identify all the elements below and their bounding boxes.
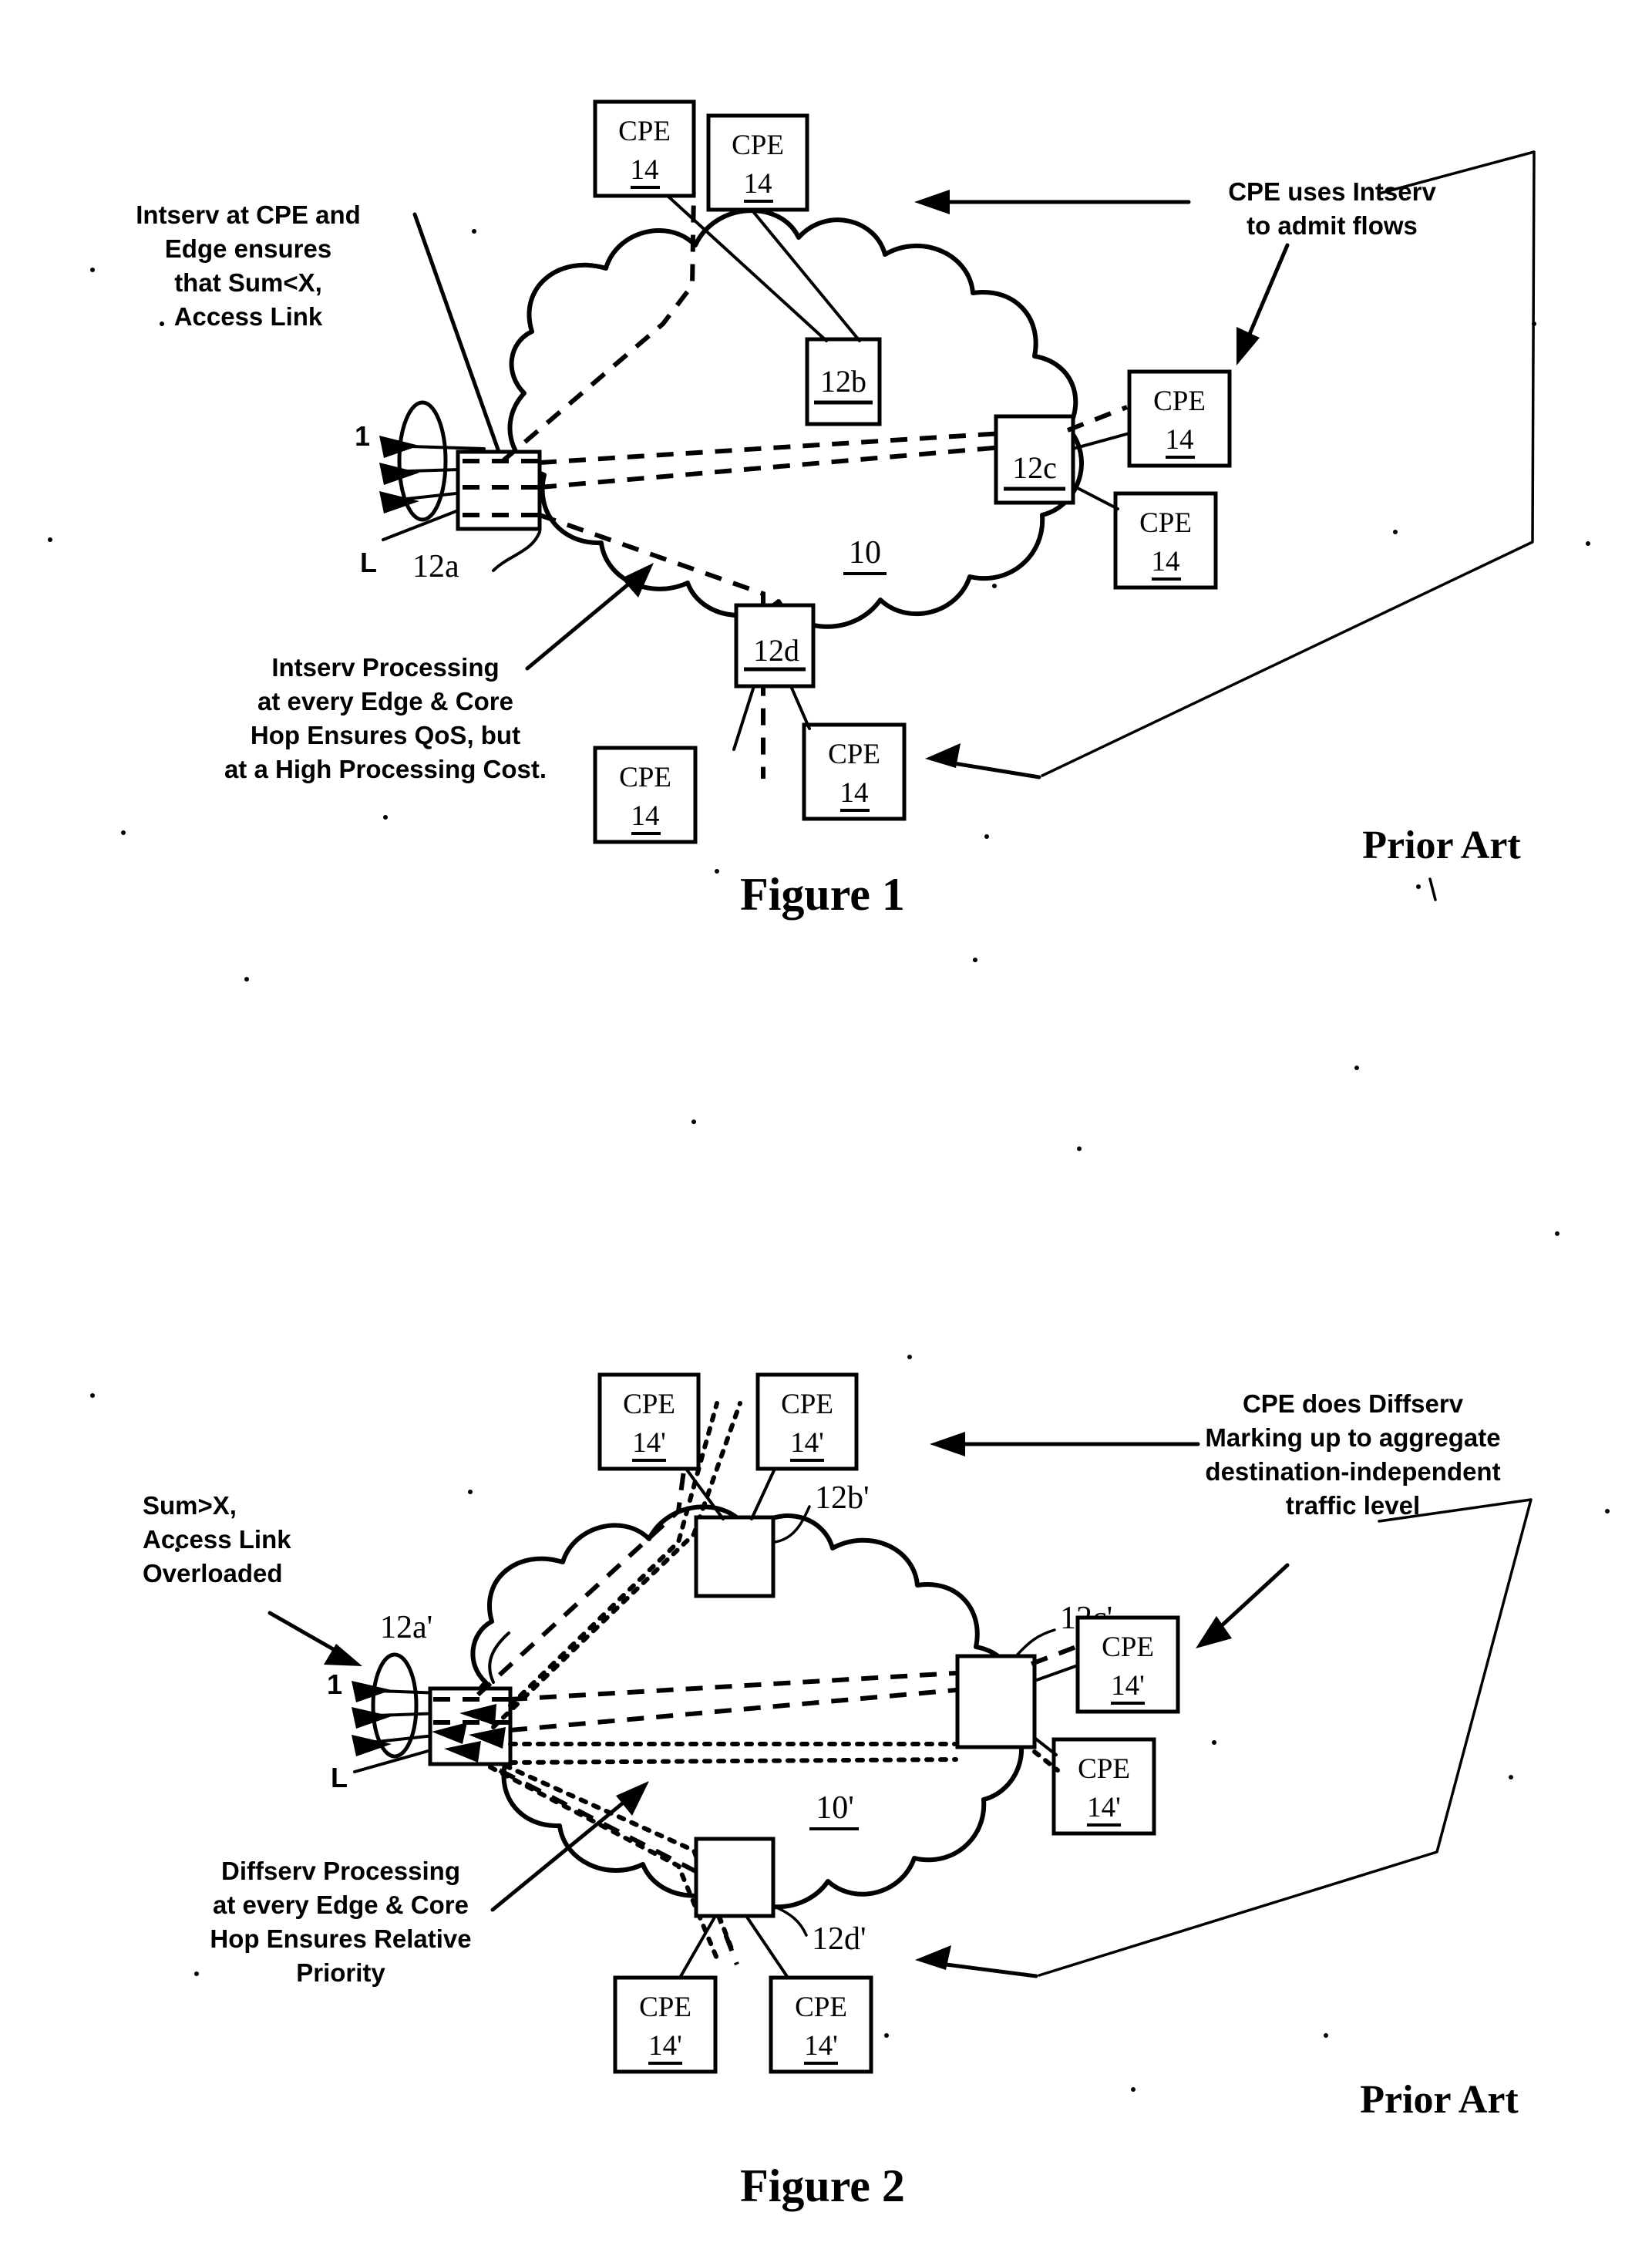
node-12a-label: 12a (412, 549, 459, 584)
annot-line: CPE does Diffserv (1243, 1389, 1464, 1418)
arrow-to-cpe-12d-fig1 (925, 743, 1041, 779)
cpe-box-1-title: CPE (618, 116, 671, 147)
figure-1-group: 12b 12c 12d 10 CPE 14 CPE 14 CPE 14 CPE … (136, 99, 1536, 920)
cpe-box-3-ref: 14 (1166, 424, 1194, 456)
link-12c-cpe3 (1072, 432, 1131, 450)
annot-line: destination-independent (1205, 1457, 1500, 1486)
cpe-box-5-ref: 14 (631, 800, 660, 832)
cpe-box-p2-title: CPE (781, 1389, 833, 1420)
annotation-cpe-uses-intserv: CPE uses Intserv to admit flows (1228, 177, 1436, 240)
link-12d-prime-cpep6 (745, 1914, 789, 1979)
arrow-to-cpe-12d-fig2 (915, 1945, 1038, 1978)
annot-line: Priority (296, 1958, 385, 1987)
cpe-box-6-title: CPE (828, 739, 880, 770)
figure-1-caption: Figure 1 (740, 869, 905, 920)
arrow-to-cpe-12c-fig2 (1196, 1563, 1290, 1648)
access-link-label-bottom-fig2: L (331, 1762, 348, 1793)
node-12d-prime-box (694, 1837, 776, 1918)
access-link-label-bottom-fig1: L (360, 547, 377, 578)
annotation-intserv-cpe-edge: Intserv at CPE and Edge ensures that Sum… (136, 200, 361, 331)
cpe-box-p4-ref: 14' (1087, 1792, 1121, 1823)
annot-line: Diffserv Processing (221, 1857, 460, 1885)
node-12c-prime-box (955, 1654, 1037, 1749)
cpe-box-3-title: CPE (1153, 386, 1206, 417)
leader-intserv-cpe-edge-fig1 (412, 212, 505, 465)
annot-line: traffic level (1286, 1491, 1420, 1520)
annot-line: CPE uses Intserv (1228, 177, 1436, 206)
access-link-label-top-fig2: 1 (327, 1668, 342, 1700)
annot-line: at every Edge & Core (213, 1891, 469, 1919)
cpe-box-2-title: CPE (732, 130, 784, 161)
annot-line: at a High Processing Cost. (224, 755, 547, 783)
drawing-canvas: 12b 12c 12d 10 CPE 14 CPE 14 CPE 14 CPE … (48, 99, 1610, 2211)
figure-2-caption: Figure 2 (740, 2160, 905, 2211)
annot-line: Access Link (143, 1525, 291, 1554)
annotation-intserv-processing: Intserv Processing at every Edge & Core … (224, 653, 547, 783)
node-12d-label: 12d (753, 633, 799, 668)
node-12b-prime-label: 12b' (815, 1480, 870, 1516)
link-12c-cpe4 (1072, 484, 1119, 510)
annot-line: Edge ensures (165, 234, 331, 263)
annot-line: Intserv at CPE and (136, 200, 361, 229)
leader-12c-prime (1014, 1628, 1056, 1658)
access-link-label-top-fig1: 1 (355, 420, 370, 452)
node-12a-prime-label: 12a' (380, 1610, 432, 1645)
cloud-tie-12a (492, 530, 541, 572)
arrow-to-top-cpe-fig1 (914, 190, 1191, 214)
cpe-box-p2-ref: 14' (790, 1427, 824, 1459)
link-12d-cpe6 (789, 685, 811, 730)
cpe-box-1-ref: 14 (631, 154, 659, 186)
arrow-sum-overloaded-fig2 (267, 1611, 362, 1666)
link-12c-prime-cpep3 (1033, 1664, 1079, 1682)
link-cpep2-12b-prime (750, 1467, 776, 1520)
annotation-diffserv-processing: Diffserv Processing at every Edge & Core… (210, 1857, 471, 1987)
cloud-label-10-prime: 10' (816, 1790, 854, 1826)
link-12d-cpe5 (732, 685, 755, 751)
cpe-box-p3-title: CPE (1102, 1631, 1154, 1663)
figure-1-prior-art-label: Prior Art (1362, 823, 1521, 867)
cpe-box-p4-title: CPE (1078, 1753, 1130, 1785)
arrow-to-top-cpe-fig2 (930, 1432, 1200, 1456)
cpe-box-2-ref: 14 (744, 168, 772, 200)
annot-line: Hop Ensures Relative (210, 1924, 471, 1953)
node-12b-prime-box (694, 1515, 776, 1598)
leader-12d-prime (772, 1904, 808, 1937)
patent-drawing-page: 12b 12c 12d 10 CPE 14 CPE 14 CPE 14 CPE … (0, 0, 1652, 2266)
annot-line: Overloaded (143, 1559, 283, 1588)
arrow-to-cpe-12c-fig1 (1236, 243, 1290, 365)
cpe-box-p1-title: CPE (623, 1389, 675, 1420)
cloud-label-10: 10 (849, 535, 881, 571)
link-12c-prime-cpep3-flow (1030, 1645, 1078, 1666)
cpe-box-6-ref: 14 (840, 777, 869, 809)
cpe-box-p1-ref: 14' (632, 1427, 666, 1459)
annot-line: that Sum<X, (174, 268, 322, 297)
annot-line: Intserv Processing (271, 653, 499, 682)
annot-line: Hop Ensures QoS, but (251, 721, 520, 749)
figure-2-group: 12b' 12c' 12d' 10' CPE 14' CPE 14' CPE 1… (143, 1372, 1533, 2211)
figure-2-prior-art-label: Prior Art (1360, 2078, 1519, 2122)
prior-art-tick-fig1 (1428, 877, 1437, 901)
node-12d-prime-label: 12d' (812, 1921, 866, 1957)
annot-line: Marking up to aggregate (1205, 1423, 1500, 1452)
cpe-box-4-title: CPE (1139, 507, 1192, 539)
annot-line: at every Edge & Core (257, 687, 513, 715)
cpe-box-p3-ref: 14' (1111, 1670, 1145, 1702)
cpe-box-p5-title: CPE (639, 1992, 691, 2023)
cpe-box-p5-ref: 14' (648, 2030, 682, 2062)
annot-line: to admit flows (1247, 211, 1418, 240)
cpe-box-p6-title: CPE (795, 1992, 847, 2023)
annotation-cpe-diffserv: CPE does Diffserv Marking up to aggregat… (1205, 1389, 1500, 1520)
access-link-fan-fig2 (352, 1652, 442, 1773)
annot-line: Access Link (174, 302, 323, 331)
cpe-box-p6-ref: 14' (804, 2030, 838, 2062)
node-12b-label: 12b (820, 364, 866, 399)
node-12c-label: 12c (1012, 450, 1057, 485)
cpe-box-4-ref: 14 (1152, 546, 1180, 577)
arrow-intserv-processing-fig1 (525, 563, 654, 671)
annotation-sum-overloaded: Sum>X, Access Link Overloaded (143, 1491, 291, 1588)
link-12d-prime-cpep5 (678, 1914, 717, 1979)
cpe-box-5-title: CPE (619, 762, 671, 793)
annot-line: Sum>X, (143, 1491, 237, 1520)
